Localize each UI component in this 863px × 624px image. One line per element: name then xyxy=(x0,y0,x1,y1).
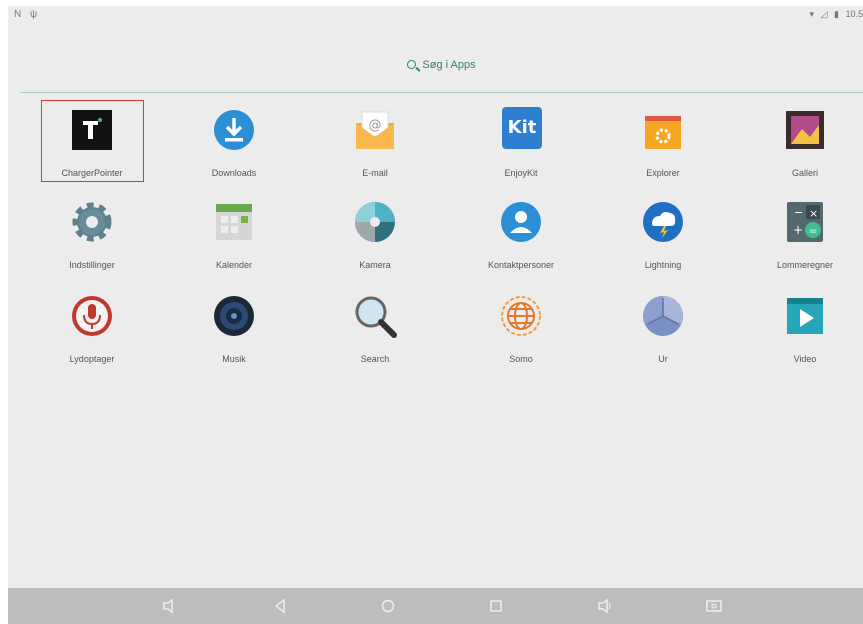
camera-icon xyxy=(355,202,395,242)
app-email[interactable]: @ E-mail xyxy=(315,102,435,190)
app-label: Musik xyxy=(222,354,246,364)
app-search[interactable]: Search xyxy=(315,288,435,376)
signal-icon: ◿ xyxy=(820,9,828,19)
svg-text:×: × xyxy=(809,207,818,220)
app-label: Ur xyxy=(658,354,668,364)
video-icon xyxy=(787,298,823,334)
calendar-icon xyxy=(216,204,252,240)
app-kalender[interactable]: Kalender xyxy=(174,194,294,282)
notification-n-icon: N xyxy=(14,9,22,20)
microphone-icon xyxy=(72,296,112,336)
app-label: Kontaktpersoner xyxy=(487,260,555,270)
app-musik[interactable]: Musik xyxy=(174,288,294,376)
volume-down-icon[interactable] xyxy=(160,596,180,616)
app-label: Downloads xyxy=(211,168,257,178)
home-screen: N ψ ▾ ◿ ▮ 10.5 Søg i Apps ChargerPointer… xyxy=(8,6,863,624)
clock-time: 10.5 xyxy=(845,9,863,19)
app-label: Kamera xyxy=(359,260,391,270)
lightning-icon xyxy=(643,202,683,242)
app-label: Lydoptager xyxy=(69,354,115,364)
app-label: Explorer xyxy=(646,168,680,178)
gear-icon xyxy=(72,202,112,242)
app-lydoptager[interactable]: Lydoptager xyxy=(32,288,152,376)
svg-text:@: @ xyxy=(369,118,382,133)
app-row: ChargerPointer Downloads @ E-mail Kit En… xyxy=(8,100,863,190)
app-video[interactable]: Video xyxy=(745,288,863,376)
app-label: ChargerPointer xyxy=(61,168,123,178)
download-icon xyxy=(214,110,254,150)
app-label: Galleri xyxy=(791,168,818,178)
app-lightning[interactable]: Lightning xyxy=(603,194,723,282)
app-lommeregner[interactable]: − × + = Lommeregner xyxy=(745,194,863,282)
app-chargerpointer[interactable]: ChargerPointer xyxy=(32,100,152,190)
battery-icon: ▮ xyxy=(834,9,839,19)
app-label: Somo xyxy=(509,354,533,364)
app-explorer[interactable]: Explorer xyxy=(603,102,723,190)
globe-icon xyxy=(501,296,541,336)
app-indstillinger[interactable]: Indstillinger xyxy=(32,194,152,282)
svg-text:=: = xyxy=(809,226,817,237)
app-label: Search xyxy=(360,354,390,364)
folder-icon xyxy=(645,116,681,149)
app-label: Kalender xyxy=(215,260,253,270)
clock-icon xyxy=(643,296,683,336)
magnifier-icon xyxy=(355,296,397,338)
wifi-icon: ▾ xyxy=(809,9,815,19)
search-icon xyxy=(407,59,417,69)
app-row: Indstillinger Kalender Kamera Kontaktper… xyxy=(8,194,863,282)
back-icon[interactable] xyxy=(270,596,290,616)
svg-text:−: − xyxy=(794,206,803,219)
app-label: Lightning xyxy=(644,260,682,270)
navigation-bar xyxy=(8,588,863,624)
app-row: Lydoptager Musik Search Somo Ur Video xyxy=(8,288,863,376)
home-icon[interactable] xyxy=(378,596,398,616)
app-label: E-mail xyxy=(362,168,388,178)
app-somo[interactable]: Somo xyxy=(461,288,581,376)
calculator-icon: − × + = xyxy=(787,202,823,242)
app-galleri[interactable]: Galleri xyxy=(745,102,863,190)
usb-icon: ψ xyxy=(30,9,38,20)
contacts-icon xyxy=(501,202,541,242)
chargerpointer-icon xyxy=(72,110,112,150)
app-kontaktpersoner[interactable]: Kontaktpersoner xyxy=(461,194,581,282)
status-bar: N ψ ▾ ◿ ▮ 10.5 xyxy=(8,6,863,26)
screenshot-icon[interactable] xyxy=(704,596,724,616)
email-icon: @ xyxy=(356,111,394,149)
search-bar[interactable]: Søg i Apps xyxy=(20,52,863,93)
volume-up-icon[interactable] xyxy=(595,596,615,616)
app-ur[interactable]: Ur xyxy=(603,288,723,376)
search-label: Søg i Apps xyxy=(422,59,476,71)
app-downloads[interactable]: Downloads xyxy=(174,102,294,190)
svg-text:+: + xyxy=(793,223,803,237)
app-label: EnjoyKit xyxy=(504,168,538,178)
app-kamera[interactable]: Kamera xyxy=(315,194,435,282)
app-label: Video xyxy=(793,354,817,364)
app-enjoykit[interactable]: Kit EnjoyKit xyxy=(461,102,581,190)
recent-apps-icon[interactable] xyxy=(486,596,506,616)
app-label: Lommeregner xyxy=(776,260,834,270)
speaker-icon xyxy=(214,296,254,336)
gallery-icon xyxy=(786,111,824,149)
app-label: Indstillinger xyxy=(69,260,115,270)
kit-icon: Kit xyxy=(502,107,542,149)
